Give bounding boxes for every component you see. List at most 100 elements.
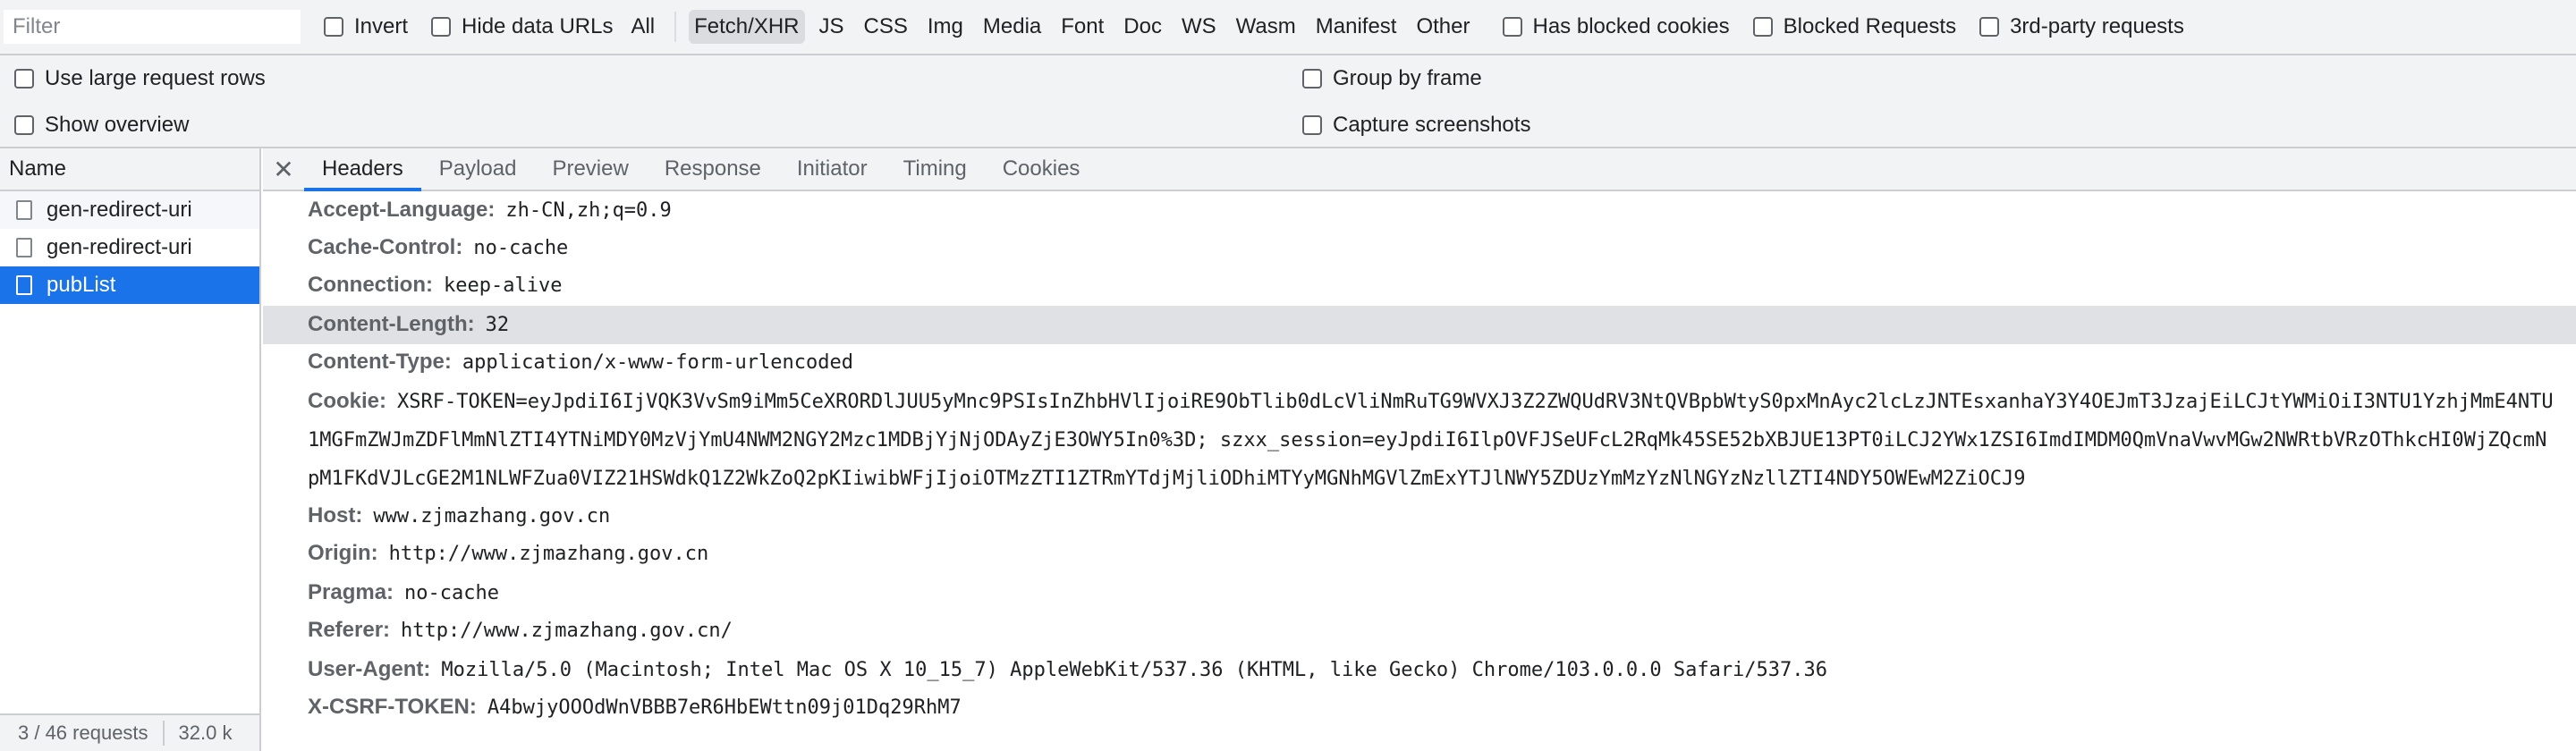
type-filter-css[interactable]: CSS: [859, 10, 913, 44]
header-key: Host:: [308, 503, 363, 527]
header-key: Cache-Control:: [308, 235, 463, 259]
header-row-cookie: Cookie: XSRF-TOKEN=eyJpdiI6IjVQK3VvSm9iMm…: [263, 383, 2576, 498]
tab-preview[interactable]: Preview: [534, 148, 646, 190]
type-filter-fetch-xhr[interactable]: Fetch/XHR: [689, 10, 805, 44]
group-by-frame-checkbox[interactable]: Group by frame: [1302, 63, 1482, 95]
header-value: www.zjmazhang.gov.cn: [373, 505, 611, 527]
invert-label: Invert: [354, 14, 409, 38]
header-row: Cache-Control: no-cache: [263, 229, 2576, 267]
request-list-panel: Name gen-redirect-uri gen-redirect-uri p…: [0, 148, 261, 751]
type-filter-doc[interactable]: Doc: [1118, 10, 1167, 44]
header-row: Host: www.zjmazhang.gov.cn: [263, 497, 2576, 536]
large-request-rows-checkbox[interactable]: Use large request rows: [14, 63, 266, 95]
header-row: Origin: http://www.zjmazhang.gov.cn: [263, 535, 2576, 573]
file-icon: [16, 200, 32, 220]
type-divider: [674, 12, 677, 42]
filter-bar: Invert Hide data URLs All Fetch/XHR JS C…: [0, 0, 2576, 55]
type-filter-font[interactable]: Font: [1055, 10, 1109, 44]
status-divider: [162, 721, 165, 746]
has-blocked-cookies-checkbox-box[interactable]: [1502, 17, 1522, 37]
capture-screenshots-checkbox[interactable]: Capture screenshots: [1302, 109, 1530, 141]
header-key: Pragma:: [308, 580, 394, 604]
header-row: User-Agent: Mozilla/5.0 (Macintosh; Intel…: [263, 651, 2576, 689]
invert-checkbox[interactable]: Invert: [324, 14, 408, 39]
network-settings-pane: Use large request rows Show overview Gro…: [0, 55, 2576, 148]
type-filter-ws[interactable]: WS: [1176, 10, 1222, 44]
capture-screenshots-label: Capture screenshots: [1333, 113, 1531, 137]
group-by-frame-label: Group by frame: [1333, 66, 1482, 90]
invert-checkbox-box[interactable]: [324, 17, 343, 37]
header-value: XSRF-TOKEN=eyJpdiI6IjVQK3VvSm9iMm5CeXROR…: [308, 391, 2554, 490]
show-overview-checkbox[interactable]: Show overview: [14, 109, 189, 141]
request-name: pubList: [47, 273, 116, 297]
header-row: Pragma: no-cache: [263, 574, 2576, 612]
header-value: no-cache: [404, 582, 500, 604]
header-key: User-Agent:: [308, 657, 431, 681]
header-key: Accept-Language:: [308, 198, 496, 222]
header-row: Content-Type: application/x-www-form-urle…: [263, 343, 2576, 382]
request-details-panel: ✕ Headers Payload Preview Response Initi…: [263, 148, 2576, 751]
show-overview-label: Show overview: [45, 113, 190, 137]
tab-initiator[interactable]: Initiator: [779, 148, 886, 190]
header-value: A4bwjyOOOdWnVBBB7eR6HbEWttn09j01Dq29RhM7: [487, 696, 962, 719]
header-key: Origin:: [308, 541, 378, 565]
large-request-rows-checkbox-box[interactable]: [14, 69, 34, 89]
request-name: gen-redirect-uri: [47, 198, 192, 222]
show-overview-checkbox-box[interactable]: [14, 115, 34, 135]
has-blocked-cookies-checkbox[interactable]: Has blocked cookies: [1502, 14, 1730, 39]
hide-data-urls-label: Hide data URLs: [462, 14, 614, 38]
type-filter-wasm[interactable]: Wasm: [1231, 10, 1301, 44]
third-party-requests-label: 3rd-party requests: [2010, 14, 2184, 38]
type-filter-manifest[interactable]: Manifest: [1310, 10, 1402, 44]
request-row-selected[interactable]: pubList: [0, 266, 259, 304]
third-party-requests-checkbox[interactable]: 3rd-party requests: [1979, 14, 2184, 39]
hide-data-urls-checkbox-box[interactable]: [431, 17, 452, 37]
tab-headers[interactable]: Headers: [304, 148, 421, 191]
type-filter-other[interactable]: Other: [1411, 10, 1475, 44]
name-column-header[interactable]: Name: [0, 148, 259, 191]
header-value: 32: [485, 314, 510, 336]
hide-data-urls-checkbox[interactable]: Hide data URLs: [431, 14, 613, 39]
network-status-bar: 3 / 46 requests 32.0 k: [0, 713, 259, 751]
tab-cookies[interactable]: Cookies: [985, 148, 1098, 190]
request-row[interactable]: gen-redirect-uri: [0, 229, 259, 266]
header-value: http://www.zjmazhang.gov.cn: [388, 543, 709, 565]
header-key: Referer:: [308, 618, 391, 642]
header-value: application/x-www-form-urlencoded: [462, 351, 853, 374]
header-key: Cookie:: [308, 389, 387, 413]
file-icon: [16, 275, 32, 295]
request-row[interactable]: gen-redirect-uri: [0, 191, 259, 229]
header-row: Referer: http://www.zjmazhang.gov.cn/: [263, 612, 2576, 650]
name-column-label: Name: [9, 156, 67, 181]
header-key: Content-Length:: [308, 312, 475, 336]
blocked-requests-checkbox[interactable]: Blocked Requests: [1752, 14, 1956, 39]
request-headers-list[interactable]: Accept-Language: zh-CN,zh;q=0.9 Cache-Con…: [263, 191, 2576, 751]
has-blocked-cookies-label: Has blocked cookies: [1532, 14, 1730, 38]
header-row: X-CSRF-TOKEN: A4bwjyOOOdWnVBBB7eR6HbEWttn…: [263, 688, 2576, 727]
header-row: Connection: keep-alive: [263, 266, 2576, 305]
type-filter-media[interactable]: Media: [978, 10, 1046, 44]
filter-input[interactable]: [4, 10, 301, 44]
request-name: gen-redirect-uri: [47, 235, 192, 259]
close-details-icon[interactable]: ✕: [263, 148, 304, 190]
header-row-highlighted: Content-Length: 32: [263, 306, 2576, 344]
header-value: http://www.zjmazhang.gov.cn/: [401, 620, 733, 642]
header-key: Content-Type:: [308, 350, 452, 374]
type-filter-all[interactable]: All: [625, 10, 660, 44]
group-by-frame-checkbox-box[interactable]: [1302, 69, 1322, 89]
tab-timing[interactable]: Timing: [886, 148, 985, 190]
capture-screenshots-checkbox-box[interactable]: [1302, 115, 1322, 135]
large-request-rows-label: Use large request rows: [45, 66, 266, 90]
request-count: 3 / 46 requests: [18, 721, 148, 744]
tab-payload[interactable]: Payload: [421, 148, 535, 190]
detail-tabs: ✕ Headers Payload Preview Response Initi…: [263, 148, 2576, 191]
tab-response[interactable]: Response: [647, 148, 779, 190]
header-value: keep-alive: [443, 274, 563, 297]
file-icon: [16, 238, 32, 257]
header-key: X-CSRF-TOKEN:: [308, 695, 477, 719]
blocked-requests-checkbox-box[interactable]: [1752, 17, 1773, 37]
third-party-requests-checkbox-box[interactable]: [1979, 17, 2000, 37]
type-filter-img[interactable]: Img: [922, 10, 969, 44]
header-row: Accept-Language: zh-CN,zh;q=0.9: [263, 191, 2576, 230]
type-filter-js[interactable]: JS: [814, 10, 850, 44]
